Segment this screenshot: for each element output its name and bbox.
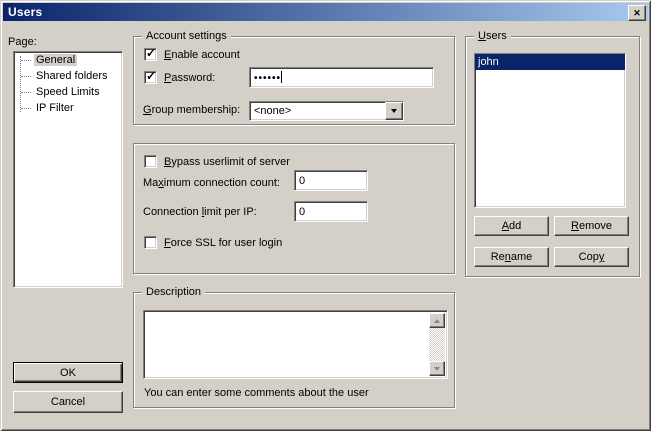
description-textarea[interactable]: [143, 310, 448, 379]
group-membership-select[interactable]: <none>: [249, 101, 404, 121]
password-checkbox[interactable]: [144, 71, 157, 84]
page-tree[interactable]: General Shared folders Speed Limits IP F…: [13, 51, 123, 288]
max-connection-count-label: Maximum connection count:: [143, 177, 280, 189]
force-ssl-label[interactable]: Force SSL for user login: [164, 237, 282, 249]
users-dialog: Users ✕ Page: General Shared folders Spe…: [0, 0, 651, 431]
connection-limit-per-ip-input[interactable]: [294, 201, 368, 222]
account-settings-group: Account settings Enable account Password…: [133, 36, 455, 125]
remove-button[interactable]: Remove: [554, 216, 629, 236]
close-button[interactable]: ✕: [628, 5, 646, 21]
arrow-up-icon: [434, 319, 440, 323]
users-caption: Users: [474, 30, 511, 43]
scrollbar-track[interactable]: [429, 328, 445, 361]
description-scrollbar[interactable]: [429, 313, 445, 376]
bypass-userlimit-label[interactable]: Bypass userlimit of server: [164, 156, 290, 168]
chevron-down-icon: [391, 109, 397, 113]
connection-limit-per-ip-label: Connection limit per IP:: [143, 206, 257, 218]
page-label: Page:: [8, 36, 37, 48]
tree-twig-icon: [21, 60, 31, 61]
scrollbar-up-button[interactable]: [429, 313, 445, 328]
users-list[interactable]: john: [474, 53, 626, 208]
password-row: Password:: [144, 71, 215, 84]
password-field[interactable]: ••••••: [249, 67, 434, 88]
tree-twig-icon: [21, 92, 31, 93]
ok-button[interactable]: OK: [13, 362, 123, 383]
list-item-john[interactable]: john: [475, 54, 625, 70]
tree-twig-icon: [21, 108, 31, 109]
tree-item-label[interactable]: IP Filter: [34, 102, 76, 114]
tree-twig-icon: [21, 76, 31, 77]
copy-button[interactable]: Copy: [554, 247, 629, 267]
cancel-button[interactable]: Cancel: [13, 391, 123, 413]
add-button[interactable]: Add: [474, 216, 549, 236]
scrollbar-down-button[interactable]: [429, 361, 445, 376]
tree-item-label[interactable]: General: [34, 54, 77, 66]
tree-item-shared-folders[interactable]: Shared folders: [14, 68, 122, 84]
tree-item-ip-filter[interactable]: IP Filter: [14, 100, 122, 116]
users-group: Users john Add Remove Rename Copy: [465, 36, 640, 277]
enable-account-row: Enable account: [144, 48, 240, 61]
tree-item-label[interactable]: Speed Limits: [34, 86, 102, 98]
tree-item-speed-limits[interactable]: Speed Limits: [14, 84, 122, 100]
tree-item-general[interactable]: General: [14, 52, 122, 68]
bypass-userlimit-row: Bypass userlimit of server: [144, 155, 290, 168]
description-caption: Description: [142, 286, 205, 299]
description-hint: You can enter some comments about the us…: [144, 387, 369, 399]
password-value: ••••••: [254, 73, 281, 84]
bypass-userlimit-checkbox[interactable]: [144, 155, 157, 168]
connection-limits-group: Bypass userlimit of server Maximum conne…: [133, 143, 455, 274]
force-ssl-row: Force SSL for user login: [144, 236, 282, 249]
password-label[interactable]: Password:: [164, 72, 215, 84]
group-membership-value: <none>: [250, 105, 385, 117]
description-group: Description You can enter some comments …: [133, 292, 455, 408]
enable-account-label[interactable]: Enable account: [164, 49, 240, 61]
tree-item-label[interactable]: Shared folders: [34, 70, 110, 82]
enable-account-checkbox[interactable]: [144, 48, 157, 61]
account-settings-caption: Account settings: [142, 30, 231, 43]
force-ssl-checkbox[interactable]: [144, 236, 157, 249]
arrow-down-icon: [434, 367, 440, 371]
max-connection-count-input[interactable]: [294, 170, 368, 191]
titlebar[interactable]: Users ✕: [3, 3, 648, 21]
text-caret: [281, 71, 282, 83]
combo-dropdown-button[interactable]: [385, 102, 403, 120]
window-title: Users: [3, 5, 42, 19]
group-membership-label: Group membership:: [143, 104, 240, 116]
rename-button[interactable]: Rename: [474, 247, 549, 267]
close-icon: ✕: [633, 9, 641, 18]
